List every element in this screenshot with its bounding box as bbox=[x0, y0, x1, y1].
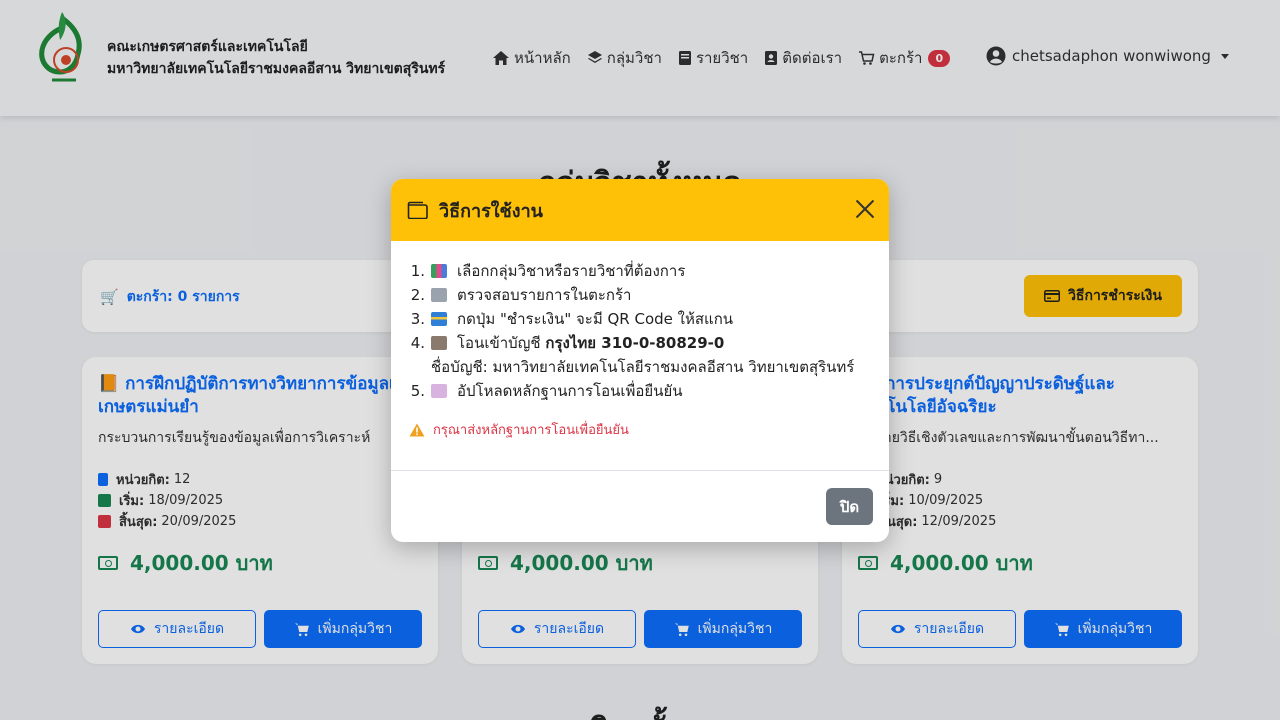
close-icon[interactable] bbox=[855, 199, 875, 219]
books-icon bbox=[431, 264, 447, 278]
step-text: กดปุ่ม "ชำระเงิน" จะมี QR Code ให้สแกน bbox=[457, 310, 734, 328]
modal-header: วิธีการใช้งาน bbox=[391, 179, 889, 241]
step-text: เลือกกลุ่มวิชาหรือรายวิชาที่ต้องการ bbox=[457, 262, 686, 280]
step-number: 2. bbox=[410, 286, 425, 304]
step-text: โอนเข้าบัญชี bbox=[457, 334, 546, 352]
step-number: 5. bbox=[410, 382, 425, 400]
bank-account-number: กรุงไทย 310-0-80829-0 bbox=[545, 334, 725, 352]
warning-icon bbox=[409, 423, 425, 436]
instruction-step: 2. ตรวจสอบรายการในตะกร้า bbox=[403, 283, 873, 307]
step-number: 1. bbox=[410, 262, 425, 280]
instruction-step: 4. โอนเข้าบัญชี กรุงไทย 310-0-80829-0 bbox=[403, 331, 873, 355]
modal-footer-divider bbox=[391, 470, 889, 471]
step-text: อัปโหลดหลักฐานการโอนเพื่อยืนยัน bbox=[457, 382, 683, 400]
shopping-cart-icon bbox=[431, 288, 447, 302]
instruction-step: 3. กดปุ่ม "ชำระเงิน" จะมี QR Code ให้สแก… bbox=[403, 307, 873, 331]
instruction-step: 5. อัปโหลดหลักฐานการโอนเพื่อยืนยัน bbox=[403, 379, 873, 403]
step-number: 3. bbox=[410, 310, 425, 328]
usage-instructions-modal: วิธีการใช้งาน 1. เลือกกลุ่มวิชาหรือรายวิ… bbox=[391, 179, 889, 542]
close-button[interactable]: ปิด bbox=[826, 488, 873, 525]
receipt-icon bbox=[431, 384, 447, 398]
instruction-step: 1. เลือกกลุ่มวิชาหรือรายวิชาที่ต้องการ bbox=[403, 259, 873, 283]
modal-title: วิธีการใช้งาน bbox=[439, 200, 543, 222]
step-text: ตรวจสอบรายการในตะกร้า bbox=[457, 286, 632, 304]
bank-icon bbox=[431, 336, 447, 350]
step-text-wrap: โอนเข้าบัญชี กรุงไทย 310-0-80829-0 bbox=[457, 331, 724, 355]
instruction-step-sub: ชื่อบัญชี: มหาวิทยาลัยเทคโนโลยีราชมงคลอี… bbox=[403, 355, 873, 379]
step-number: 4. bbox=[410, 334, 425, 352]
warning-text: กรุณาส่งหลักฐานการโอนเพื่อยืนยัน bbox=[433, 423, 629, 438]
wallet-icon bbox=[407, 201, 428, 219]
instruction-list: 1. เลือกกลุ่มวิชาหรือรายวิชาที่ต้องการ 2… bbox=[403, 259, 873, 403]
credit-card-icon bbox=[431, 312, 447, 326]
account-name: ชื่อบัญชี: มหาวิทยาลัยเทคโนโลยีราชมงคลอี… bbox=[431, 358, 855, 376]
transfer-warning: กรุณาส่งหลักฐานการโอนเพื่อยืนยัน bbox=[409, 419, 629, 440]
